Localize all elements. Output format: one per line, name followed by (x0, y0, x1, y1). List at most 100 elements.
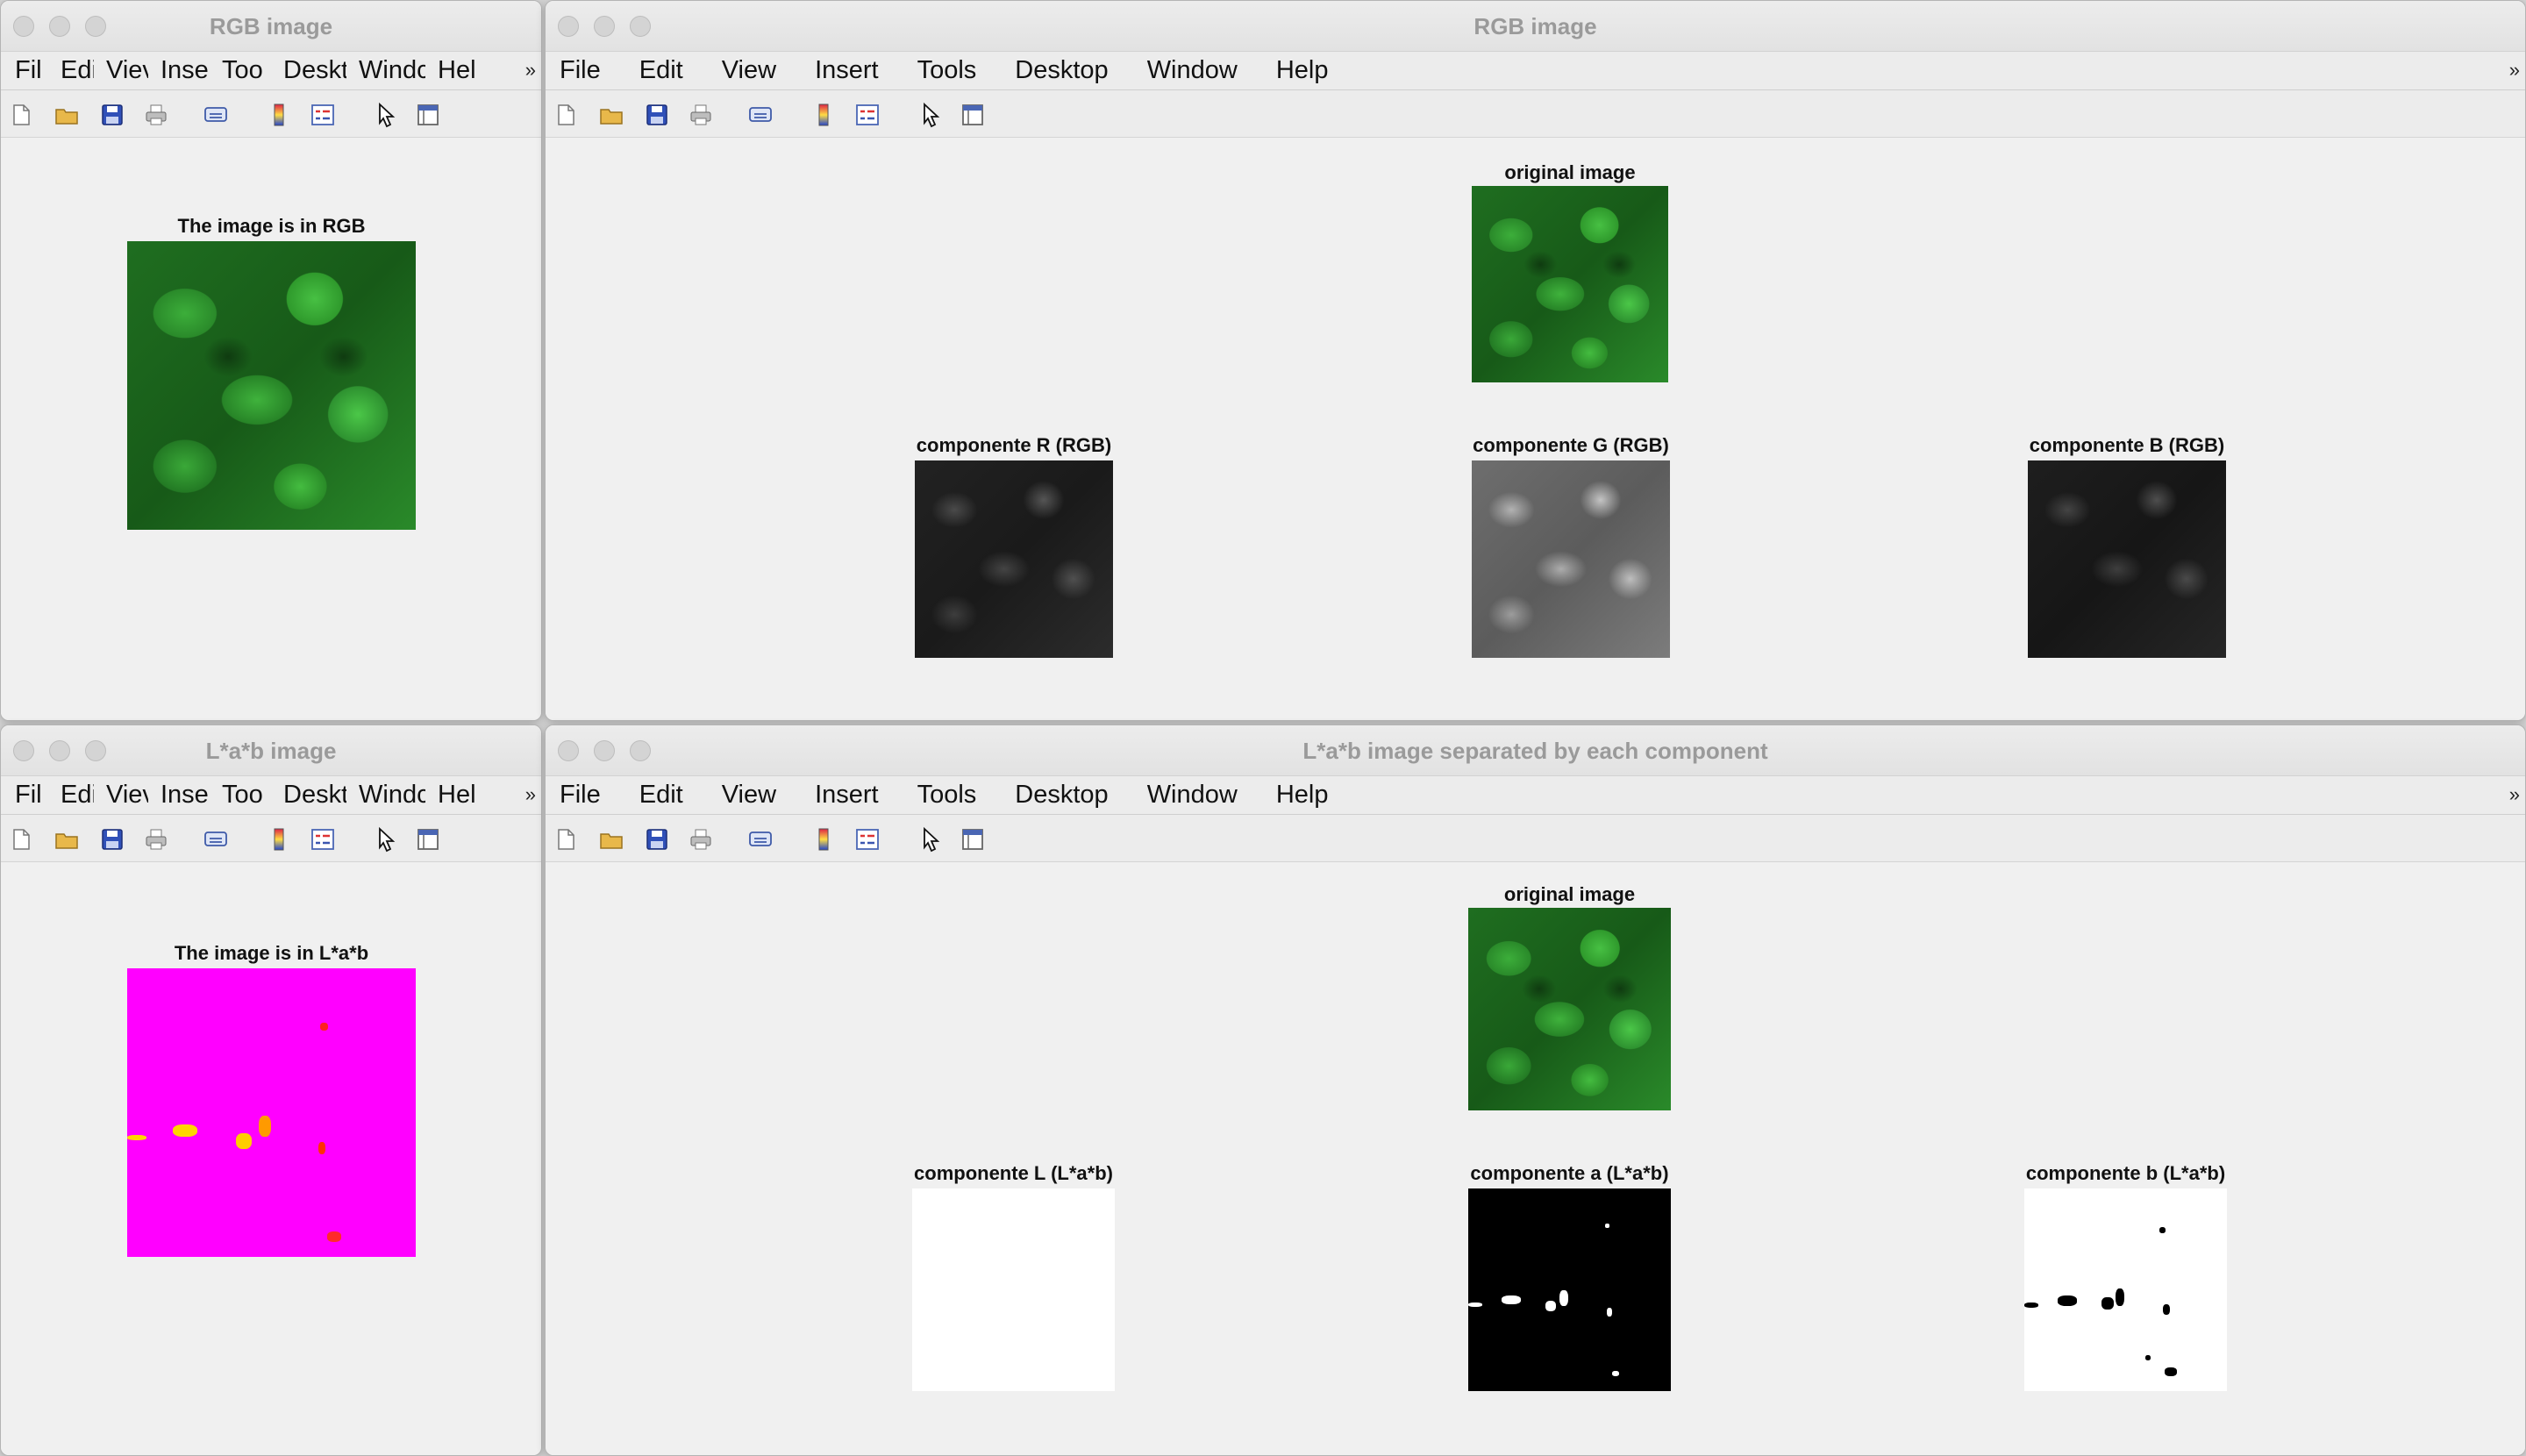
menu-insert[interactable]: Inse (161, 56, 210, 85)
menu-window[interactable]: Windc (359, 781, 425, 810)
link-icon[interactable] (747, 102, 774, 128)
menubar: File Edit View Insert Tools Desktop Wind… (546, 52, 2525, 90)
menu-tools[interactable]: Tools (917, 781, 977, 810)
print-icon[interactable] (688, 826, 714, 853)
menu-tools[interactable]: Too (222, 781, 271, 810)
colorbar-icon[interactable] (266, 102, 292, 128)
axes-component-a: componente a (L*a*b) (1468, 1162, 1671, 1391)
menu-view[interactable]: Viev (106, 56, 148, 85)
save-icon[interactable] (99, 826, 125, 853)
menu-file[interactable]: Fil (15, 56, 48, 85)
window-lab-small: L*a*b image Fil Edi Viev Inse Too Deskt … (0, 724, 542, 1456)
titlebar[interactable]: RGB image (1, 1, 541, 52)
menu-edit[interactable]: Edi (61, 781, 94, 810)
menu-help[interactable]: Hel (438, 781, 480, 810)
menu-desktop[interactable]: Deskt (283, 56, 346, 85)
pointer-icon[interactable] (373, 826, 399, 853)
new-figure-icon[interactable] (553, 102, 579, 128)
menu-tools[interactable]: Too (222, 56, 271, 85)
menubar: File Edit View Insert Tools Desktop Wind… (546, 776, 2525, 815)
dock-icon[interactable] (960, 826, 986, 853)
menu-file[interactable]: File (560, 781, 601, 810)
menu-tools[interactable]: Tools (917, 56, 977, 85)
menu-view[interactable]: View (722, 56, 776, 85)
new-figure-icon[interactable] (553, 826, 579, 853)
menu-overflow-icon[interactable]: » (2509, 783, 2520, 806)
colorbar-icon[interactable] (810, 102, 837, 128)
colorbar-icon[interactable] (810, 826, 837, 853)
open-icon[interactable] (598, 102, 624, 128)
titlebar[interactable]: RGB image (546, 1, 2525, 52)
axes-title: original image (1504, 161, 1636, 183)
print-icon[interactable] (688, 102, 714, 128)
legend-icon[interactable] (310, 102, 336, 128)
red-channel-image (915, 460, 1113, 658)
axes-title: original image (1503, 883, 1636, 905)
menu-file[interactable]: File (560, 56, 601, 85)
open-icon[interactable] (54, 102, 80, 128)
menu-view[interactable]: Viev (106, 781, 148, 810)
menu-help[interactable]: Help (1276, 56, 1329, 85)
dock-icon[interactable] (415, 826, 441, 853)
menu-overflow-icon[interactable]: » (525, 59, 536, 82)
link-icon[interactable] (203, 826, 229, 853)
link-icon[interactable] (203, 102, 229, 128)
axes-component-l: componente L (L*a*b) (912, 1162, 1115, 1391)
window-lab-components: L*a*b image separated by each component … (545, 724, 2526, 1456)
open-icon[interactable] (598, 826, 624, 853)
menu-desktop[interactable]: Desktop (1015, 56, 1108, 85)
new-figure-icon[interactable] (8, 826, 34, 853)
print-icon[interactable] (143, 102, 169, 128)
menu-edit[interactable]: Edit (639, 56, 683, 85)
pointer-icon[interactable] (917, 826, 944, 853)
axes-title: The image is in RGB (177, 215, 366, 237)
lab-false-color-image (127, 968, 416, 1257)
new-figure-icon[interactable] (8, 102, 34, 128)
menu-window[interactable]: Window (1147, 56, 1238, 85)
leaf-image (127, 241, 416, 530)
axes-title: componente G (RGB) (1473, 434, 1669, 456)
print-icon[interactable] (143, 826, 169, 853)
legend-icon[interactable] (310, 826, 336, 853)
menu-desktop[interactable]: Deskt (283, 781, 346, 810)
axes-component-r: componente R (RGB) (915, 434, 1113, 658)
axes-component-b: componente b (L*a*b) (2024, 1162, 2227, 1391)
open-icon[interactable] (54, 826, 80, 853)
legend-icon[interactable] (854, 826, 881, 853)
b-channel-image (2024, 1188, 2227, 1391)
titlebar[interactable]: L*a*b image separated by each component (546, 725, 2525, 776)
window-title: RGB image (209, 13, 333, 39)
menu-window[interactable]: Windc (359, 56, 425, 85)
figure-canvas: original image componente L (L*a*b) comp… (546, 863, 2525, 1455)
legend-icon[interactable] (854, 102, 881, 128)
menu-edit[interactable]: Edi (61, 56, 94, 85)
menu-help[interactable]: Hel (438, 56, 480, 85)
axes-title: The image is in L*a*b (174, 942, 369, 964)
axes-title: componente B (RGB) (2029, 434, 2225, 456)
pointer-icon[interactable] (373, 102, 399, 128)
menu-help[interactable]: Help (1276, 781, 1329, 810)
menu-insert[interactable]: Inse (161, 781, 210, 810)
link-icon[interactable] (747, 826, 774, 853)
menu-window[interactable]: Window (1147, 781, 1238, 810)
menu-overflow-icon[interactable]: » (525, 783, 536, 806)
menu-insert[interactable]: Insert (815, 56, 879, 85)
save-icon[interactable] (644, 826, 670, 853)
menu-view[interactable]: View (722, 781, 776, 810)
pointer-icon[interactable] (917, 102, 944, 128)
menu-desktop[interactable]: Desktop (1015, 781, 1108, 810)
menu-overflow-icon[interactable]: » (2509, 59, 2520, 82)
menu-edit[interactable]: Edit (639, 781, 683, 810)
axes-component-g: componente G (RGB) (1472, 434, 1670, 658)
colorbar-icon[interactable] (266, 826, 292, 853)
titlebar[interactable]: L*a*b image (1, 725, 541, 776)
save-icon[interactable] (644, 102, 670, 128)
menu-file[interactable]: Fil (15, 781, 48, 810)
dock-icon[interactable] (960, 102, 986, 128)
axes-rgb-image: The image is in RGB (127, 215, 416, 530)
save-icon[interactable] (99, 102, 125, 128)
blue-channel-image (2028, 460, 2226, 658)
menu-insert[interactable]: Insert (815, 781, 879, 810)
dock-icon[interactable] (415, 102, 441, 128)
toolbar (1, 90, 541, 138)
